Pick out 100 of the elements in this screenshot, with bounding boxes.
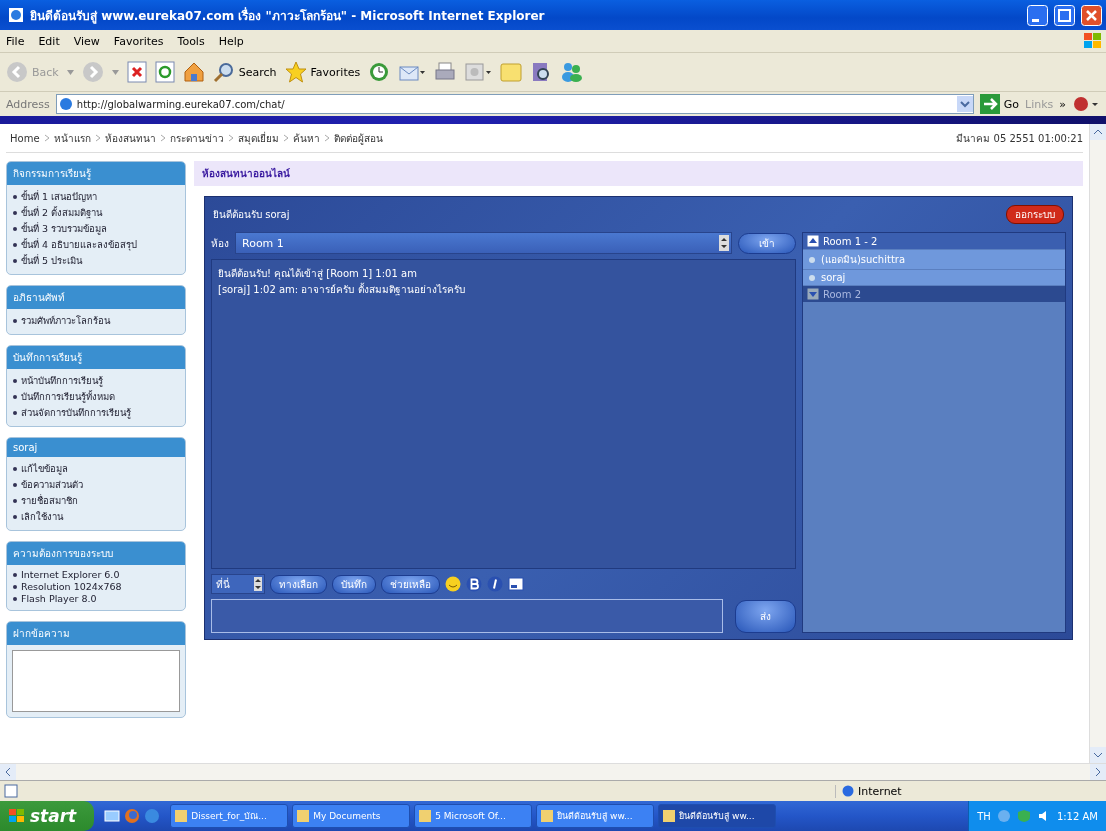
room-label: ห้อง: [211, 236, 229, 251]
sidebar-link[interactable]: เลิกใช้งาน: [21, 509, 63, 524]
bullet-icon: [13, 394, 17, 399]
bullet-icon: [13, 466, 17, 471]
taskbar-button[interactable]: ยินดีต้อนรับสู่ ww...: [658, 804, 777, 828]
chevron-icon: [94, 134, 101, 142]
panel-title: บันทึกการเรียนรู้: [7, 346, 185, 369]
horizontal-scrollbar[interactable]: [0, 763, 1106, 780]
sidebar-link[interactable]: ข้อความส่วนตัว: [21, 477, 83, 492]
home-button[interactable]: [182, 61, 205, 83]
clock: 1:12 AM: [1056, 810, 1098, 822]
bullet-icon: [13, 226, 17, 231]
sidebar-link[interactable]: ขั้นที่ 4 อธิบายและลงข้อสรุป: [21, 237, 138, 252]
links-more[interactable]: »: [1059, 97, 1066, 111]
bullet-icon: [13, 596, 17, 601]
caret-icon[interactable]: [66, 69, 74, 75]
chat-message: ยินดีต้อนรับ! คุณได้เข้าสู่ [Room 1] 1:01 am: [218, 267, 418, 281]
breadcrumb-link[interactable]: Home: [10, 132, 40, 144]
panel-title: ความต้องการของระบบ: [7, 542, 185, 565]
menu-item[interactable]: Help: [218, 34, 244, 48]
address-label: Address: [6, 97, 50, 111]
sidebar-link[interactable]: Internet Explorer 6.0: [21, 569, 120, 580]
windows-flag-icon: [8, 808, 26, 824]
menu-item[interactable]: Edit: [38, 34, 60, 48]
smiley-button[interactable]: [445, 576, 461, 592]
vertical-scrollbar[interactable]: [1089, 124, 1106, 763]
date-text: มีนาคม 05 2551 01:00:21: [956, 131, 1083, 146]
sidebar-link[interactable]: ขั้นที่ 3 รวบรวมข้อมูล: [21, 221, 108, 236]
room-item[interactable]: Room 1 - 2: [803, 233, 1065, 249]
user-dot-icon: [809, 274, 815, 281]
address-field[interactable]: http://globalwarming.eureka07.com/chat/: [55, 94, 974, 114]
menu-item[interactable]: Tools: [177, 34, 205, 48]
menu-item[interactable]: View: [73, 34, 100, 48]
chat-message: [soraj] 1:02 am: อาจารย์ครับ ตั้งสมมติฐานอย่างไรครับ: [218, 282, 466, 297]
minimize-button[interactable]: [1027, 4, 1048, 26]
bold-button[interactable]: [466, 576, 482, 592]
favorites-button[interactable]: Favorites: [284, 61, 361, 83]
start-button[interactable]: start: [0, 801, 95, 831]
sidebar-link[interactable]: Flash Player 8.0: [21, 593, 97, 604]
window-title: ยินดีต้อนรับสู่ www.eureka07.com เรื่อง "ภาวะโลกร้อน" - Microsoft Internet Explorer: [30, 6, 546, 25]
spinner-icon: [254, 577, 262, 591]
sidebar-link[interactable]: Resolution 1024x768: [21, 581, 122, 592]
taskbar-button[interactable]: My Documents: [292, 804, 411, 828]
close-button[interactable]: [1081, 4, 1102, 26]
sidebar-link[interactable]: ส่วนจัดการบันทึกการเรียนรู้: [21, 405, 131, 420]
refresh-button[interactable]: [154, 61, 175, 83]
breadcrumb-link[interactable]: ห้องสนทนา: [104, 130, 156, 146]
breadcrumb-link[interactable]: หน้าแรก: [53, 130, 91, 146]
window-icon: [663, 810, 676, 822]
closed-room-icon: [807, 288, 819, 300]
toolbar-button[interactable]: ช่วยเหลือ: [381, 574, 440, 594]
welcome-text: ยินดีต้อนรับ soraj: [213, 208, 290, 222]
bullet-icon: [13, 410, 17, 415]
sidebar-link[interactable]: บันทึกการเรียนรู้ทั้งหมด: [21, 389, 115, 404]
history-button[interactable]: [368, 61, 391, 83]
taskbar-button[interactable]: Dissert_for_บัณ...: [170, 804, 289, 828]
sidebar-link[interactable]: ขั้นที่ 1 เสนอปัญหา: [21, 189, 98, 204]
sidebar-link[interactable]: รายชื่อสมาชิก: [21, 493, 78, 508]
menu-item[interactable]: File: [6, 34, 25, 48]
note-field[interactable]: [12, 650, 180, 712]
room-select[interactable]: Room 1: [235, 232, 732, 254]
search-button[interactable]: Search: [212, 61, 277, 83]
taskbar-button[interactable]: ยินดีต้อนรับสู่ ww...: [536, 804, 655, 828]
dropdown-icon[interactable]: [956, 96, 973, 112]
taskbar-button[interactable]: 5 Microsoft Of...: [414, 804, 533, 828]
desktop-icon[interactable]: [104, 808, 121, 824]
print-button[interactable]: [434, 61, 457, 83]
browser-icon[interactable]: [144, 808, 161, 824]
window-icon: [419, 810, 432, 822]
bullet-icon: [13, 258, 17, 263]
image-button[interactable]: [508, 576, 524, 592]
room-item[interactable]: Room 2: [803, 286, 1065, 302]
stop-button[interactable]: [126, 61, 147, 83]
window-icon: [175, 810, 188, 822]
bullet-icon: [13, 318, 17, 323]
spinner-icon: [719, 235, 729, 251]
breadcrumb-link[interactable]: ค้นหา: [292, 130, 320, 146]
breadcrumb-link[interactable]: กระดานข่าว: [169, 130, 224, 146]
sidebar-link[interactable]: ขั้นที่ 2 ตั้งสมมติฐาน: [21, 205, 103, 220]
chevron-icon: [43, 134, 50, 142]
size-select[interactable]: ที่นี่: [211, 574, 265, 594]
search-icon: [212, 61, 235, 83]
italic-button[interactable]: [487, 576, 503, 592]
sidebar-link[interactable]: แก้ไขข้อมูล: [21, 461, 68, 476]
chevron-icon: [323, 134, 330, 142]
go-button[interactable]: Go: [979, 94, 1019, 114]
messenger-button[interactable]: [560, 61, 585, 83]
bullet-icon: [13, 514, 17, 519]
bullet-icon: [13, 194, 17, 199]
maximize-button[interactable]: [1054, 4, 1075, 26]
menu-item[interactable]: Favorites: [113, 34, 164, 48]
sidebar-link[interactable]: ขั้นที่ 5 ประเมิน: [21, 253, 83, 268]
sidebar-link[interactable]: รวมศัพท์ภาวะโลกร้อน: [21, 313, 110, 328]
sidebar-link[interactable]: หน้าบันทึกการเรียนรู้: [21, 373, 103, 388]
page-icon: [4, 784, 18, 798]
breadcrumb-link[interactable]: สมุดเยี่ยม: [237, 130, 279, 146]
caret-icon[interactable]: [111, 69, 119, 75]
message-input[interactable]: [211, 599, 723, 633]
logout-button[interactable]: ออกระบบ: [1006, 205, 1064, 224]
breadcrumb-link[interactable]: ติดต่อผู้สอน: [333, 130, 383, 146]
